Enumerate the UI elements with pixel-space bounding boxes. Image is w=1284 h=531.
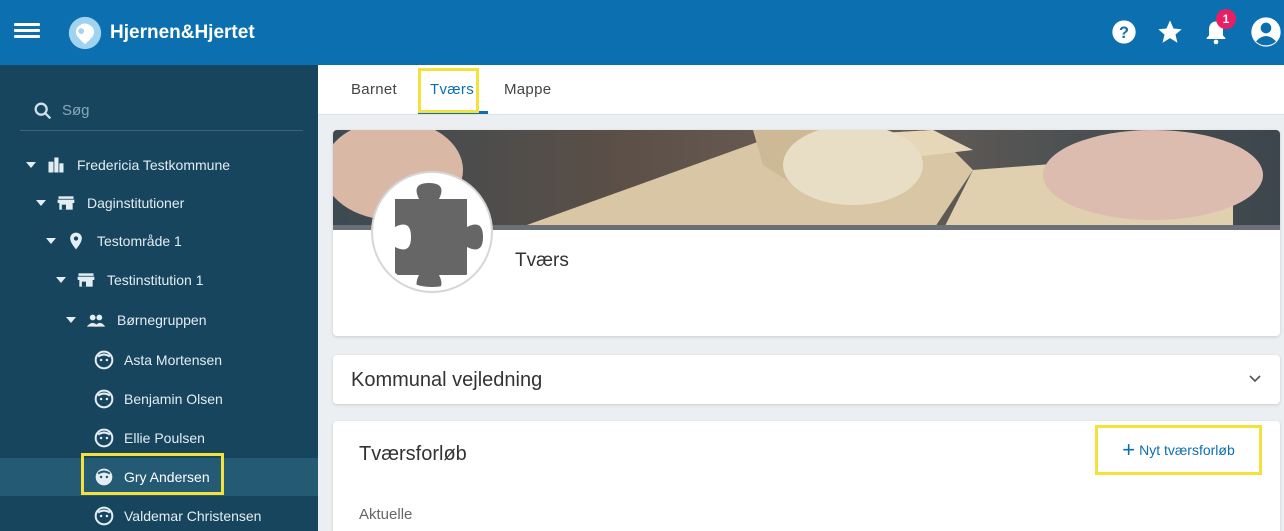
tree-item-child[interactable]: Valdemar Christensen bbox=[0, 497, 318, 531]
help-icon[interactable]: ? bbox=[1110, 18, 1138, 46]
store-icon bbox=[77, 273, 95, 287]
tree-item-boernegruppen[interactable]: Børnegruppen bbox=[0, 301, 318, 339]
profile-avatar bbox=[373, 173, 491, 291]
tree-item-label: Testområde 1 bbox=[97, 233, 182, 249]
child-face-icon bbox=[94, 389, 114, 409]
caret-down-icon[interactable] bbox=[56, 277, 66, 283]
puzzle-piece-icon bbox=[377, 177, 487, 287]
search-bar bbox=[20, 91, 303, 131]
caret-down-icon[interactable] bbox=[46, 238, 56, 244]
account-icon[interactable] bbox=[1250, 16, 1282, 48]
new-tvaersforloeb-button[interactable]: + Nyt tværsforløb bbox=[1095, 425, 1262, 475]
tree-item-label: Benjamin Olsen bbox=[124, 391, 223, 407]
child-face-icon bbox=[94, 506, 114, 526]
tree-item-label: Ellie Poulsen bbox=[124, 430, 205, 446]
tree-item-testinstitution[interactable]: Testinstitution 1 bbox=[0, 261, 318, 299]
search-input[interactable] bbox=[62, 102, 282, 119]
top-app-bar: Hjernen&Hjertet ? 1 bbox=[0, 0, 1284, 65]
tab-barnet[interactable]: Barnet bbox=[351, 81, 397, 98]
tree-item-label: Valdemar Christensen bbox=[124, 508, 262, 524]
notification-badge: 1 bbox=[1216, 9, 1236, 29]
star-icon[interactable] bbox=[1156, 18, 1184, 46]
menu-icon[interactable] bbox=[14, 20, 40, 44]
accordion-title: Kommunal vejledning bbox=[351, 369, 543, 391]
button-label: Nyt tværsforløb bbox=[1139, 442, 1235, 458]
store-icon bbox=[57, 196, 75, 210]
tree-item-label: Fredericia Testkommune bbox=[77, 157, 231, 173]
svg-text:?: ? bbox=[1119, 24, 1129, 42]
highlight-box-selected-child bbox=[81, 453, 224, 495]
section-subtitle: Aktuelle bbox=[359, 506, 413, 523]
chevron-down-icon[interactable] bbox=[1248, 372, 1262, 386]
search-icon bbox=[34, 102, 52, 119]
tree-item-child[interactable]: Benjamin Olsen bbox=[0, 380, 318, 418]
tree-item-kommune[interactable]: Fredericia Testkommune bbox=[0, 146, 318, 184]
city-icon bbox=[48, 157, 64, 173]
tree-item-child[interactable]: Asta Mortensen bbox=[0, 341, 318, 379]
child-face-icon bbox=[94, 428, 114, 448]
plus-icon: + bbox=[1122, 437, 1136, 462]
tree-item-child[interactable]: Ellie Poulsen bbox=[0, 419, 318, 457]
caret-down-icon[interactable] bbox=[66, 317, 76, 323]
accordion-kommunal-vejledning[interactable]: Kommunal vejledning bbox=[333, 355, 1280, 404]
location-pin-icon bbox=[70, 232, 82, 250]
tree-item-label: Asta Mortensen bbox=[124, 352, 223, 368]
tree-item-label: Børnegruppen bbox=[117, 312, 207, 328]
group-icon bbox=[86, 314, 106, 327]
tree-item-testomraade[interactable]: Testområde 1 bbox=[0, 222, 318, 260]
tab-mappe[interactable]: Mappe bbox=[504, 81, 551, 98]
highlight-box-tab bbox=[418, 68, 479, 113]
section-title: Tværsforløb bbox=[359, 443, 467, 465]
tree-item-label: Testinstitution 1 bbox=[107, 272, 204, 288]
tree-item-label: Daginstitutioner bbox=[87, 195, 185, 211]
tree-item-daginstitutioner[interactable]: Daginstitutioner bbox=[0, 184, 318, 222]
caret-down-icon[interactable] bbox=[26, 162, 36, 168]
logo-icon bbox=[68, 16, 102, 50]
caret-down-icon[interactable] bbox=[36, 200, 46, 206]
child-face-icon bbox=[94, 350, 114, 370]
profile-title: Tværs bbox=[515, 250, 569, 271]
app-title: Hjernen&Hjertet bbox=[110, 22, 255, 43]
